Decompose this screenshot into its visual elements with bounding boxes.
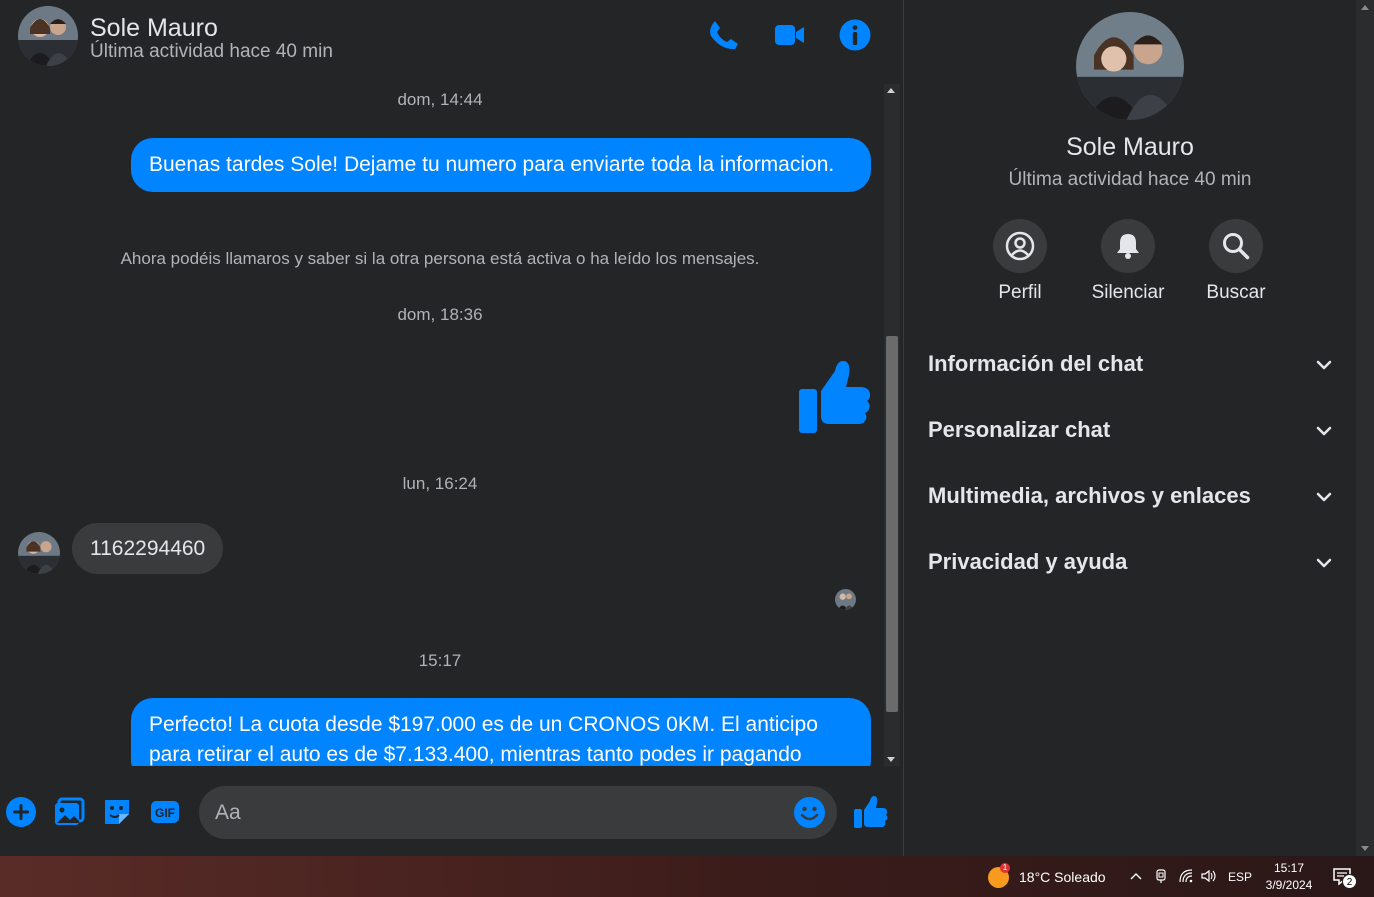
- weather-widget[interactable]: 1 18°C Soleado: [988, 863, 1113, 889]
- chat-header: Sole Mauro Última actividad hace 40 min: [0, 0, 903, 82]
- section-label: Personalizar chat: [928, 417, 1111, 442]
- weather-text: 18°C Soleado: [1019, 869, 1106, 885]
- notification-count-badge: 2: [1342, 874, 1357, 889]
- scroll-down-arrow-icon[interactable]: [887, 757, 895, 762]
- section-label: Privacidad y ayuda: [928, 549, 1128, 574]
- section-label: Multimedia, archivos y enlaces: [928, 483, 1251, 508]
- profile-icon: [993, 219, 1047, 273]
- chevron-down-icon: [1316, 423, 1332, 439]
- mute-label: Silenciar: [1091, 282, 1165, 303]
- svg-text:GIF: GIF: [155, 806, 175, 820]
- clock-date: 3/9/2024: [1265, 878, 1313, 892]
- plus-icon[interactable]: [5, 796, 37, 828]
- section-privacy-help[interactable]: Privacidad y ayuda: [928, 543, 1332, 583]
- timestamp: dom, 14:44: [397, 90, 483, 109]
- section-chat-info[interactable]: Información del chat: [928, 345, 1332, 385]
- chevron-up-icon[interactable]: [1128, 868, 1144, 884]
- language-indicator[interactable]: ESP: [1228, 870, 1252, 884]
- section-media-files-links[interactable]: Multimedia, archivos y enlaces: [928, 477, 1332, 517]
- clock-time: 15:17: [1273, 861, 1305, 875]
- section-customize-chat[interactable]: Personalizar chat: [928, 411, 1332, 451]
- volume-icon[interactable]: [1200, 868, 1216, 884]
- message-scrollbar[interactable]: [884, 84, 900, 766]
- meet-now-icon[interactable]: [1153, 868, 1169, 884]
- contact-status: Última actividad hace 40 min: [90, 41, 333, 62]
- incoming-message[interactable]: 1162294460: [72, 523, 224, 574]
- timestamp: dom, 18:36: [397, 305, 483, 324]
- chevron-down-icon: [1316, 357, 1332, 373]
- weather-alert-badge: 1: [1000, 863, 1010, 873]
- scroll-up-arrow-icon[interactable]: [887, 88, 895, 93]
- thumbs-up-icon[interactable]: [852, 794, 888, 830]
- clock[interactable]: 15:17 3/9/2024: [1258, 860, 1320, 894]
- page-scrollbar[interactable]: [1356, 0, 1374, 856]
- gif-icon[interactable]: GIF: [149, 796, 181, 828]
- phone-icon[interactable]: [706, 18, 740, 52]
- search-label: Buscar: [1206, 282, 1266, 303]
- taskbar: 1 18°C Soleado ESP 15:17 3/9/2024 2: [0, 856, 1374, 897]
- chevron-down-icon: [1316, 489, 1332, 505]
- contact-avatar-large[interactable]: [1076, 12, 1184, 120]
- message-input[interactable]: [215, 786, 785, 839]
- info-icon[interactable]: [838, 18, 872, 52]
- mute-button[interactable]: Silenciar: [1078, 219, 1178, 304]
- search-button[interactable]: Buscar: [1186, 219, 1286, 304]
- video-call-icon[interactable]: [772, 18, 806, 52]
- outgoing-message[interactable]: Buenas tardes Sole! Dejame tu numero par…: [131, 138, 871, 192]
- image-icon[interactable]: [53, 796, 85, 828]
- notification-center-button[interactable]: 2: [1332, 866, 1357, 889]
- search-icon: [1209, 219, 1263, 273]
- contact-name[interactable]: Sole Mauro: [90, 14, 218, 43]
- sticker-icon[interactable]: [101, 796, 133, 828]
- message-list[interactable]: dom, 14:44 Buenas tardes Sole! Dejame tu…: [0, 84, 884, 766]
- emoji-icon[interactable]: [793, 796, 826, 829]
- messenger-window: Sole Mauro Última actividad hace 40 min …: [0, 0, 1374, 897]
- scroll-thumb[interactable]: [886, 336, 898, 712]
- composer: GIF: [0, 766, 903, 856]
- section-label: Información del chat: [928, 351, 1144, 376]
- profile-label: Perfil: [998, 282, 1042, 303]
- chat-info-panel: Sole Mauro Última actividad hace 40 min …: [904, 0, 1356, 856]
- outgoing-message[interactable]: Perfecto! La cuota desde $197.000 es de …: [131, 698, 871, 766]
- timestamp: 15:17: [418, 651, 462, 670]
- profile-button[interactable]: Perfil: [970, 219, 1070, 304]
- contact-avatar-small[interactable]: [18, 532, 60, 574]
- system-notice: Ahora podéis llamaros y saber si la otra…: [120, 249, 760, 268]
- contact-avatar[interactable]: [18, 6, 78, 66]
- panel-contact-name: Sole Mauro: [1066, 133, 1194, 161]
- scroll-up-arrow-icon[interactable]: [1361, 5, 1369, 10]
- timestamp: lun, 16:24: [402, 474, 478, 493]
- chevron-down-icon: [1316, 555, 1332, 571]
- wifi-icon[interactable]: [1178, 868, 1194, 884]
- panel-contact-status: Última actividad hace 40 min: [1008, 169, 1252, 190]
- read-receipt-avatar: [835, 589, 856, 610]
- chat-pane: Sole Mauro Última actividad hace 40 min …: [0, 0, 903, 856]
- scroll-down-arrow-icon[interactable]: [1361, 846, 1369, 851]
- message-input-container: [199, 786, 837, 839]
- thumbs-up-sticker-icon[interactable]: [797, 359, 873, 435]
- bell-icon: [1101, 219, 1155, 273]
